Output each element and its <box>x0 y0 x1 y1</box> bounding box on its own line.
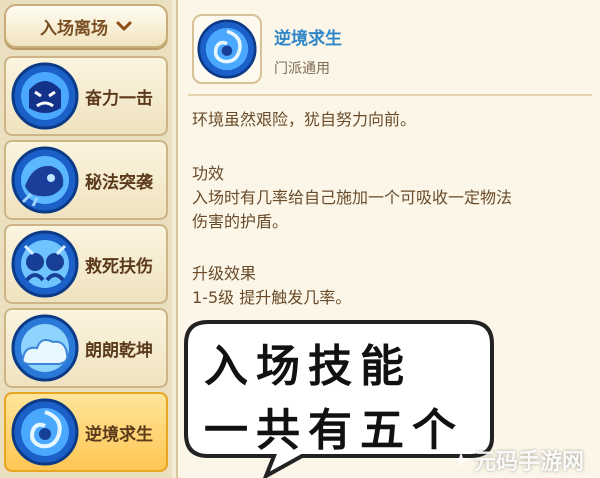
watermark-text: 元码手游网 <box>474 450 585 475</box>
twin-spirits-icon <box>11 230 79 298</box>
phase-dropdown-label: 入场离场 <box>40 18 108 39</box>
swirl-shield-icon <box>11 398 79 466</box>
divider <box>188 94 592 96</box>
skill-item-jiusi[interactable]: 救死扶伤 <box>4 224 168 304</box>
skill-name: 奋力一击 <box>85 88 153 109</box>
effect-text-line: 伤害的护盾。 <box>192 212 289 231</box>
skill-item-fenli[interactable]: 奋力一击 <box>4 56 168 136</box>
detail-icon-frame <box>192 14 262 84</box>
skill-name: 朗朗乾坤 <box>85 340 153 361</box>
cloud-icon <box>11 314 79 382</box>
upgrade-heading: 升级效果 <box>192 264 257 283</box>
skill-item-langlang[interactable]: 朗朗乾坤 <box>4 308 168 388</box>
effect-heading: 功效 <box>192 164 225 183</box>
swirl-shield-icon <box>197 19 257 79</box>
skill-item-mifa[interactable]: 秘法突袭 <box>4 140 168 220</box>
watermark: 元码手游网 <box>452 444 584 476</box>
skill-name: 救死扶伤 <box>85 256 153 277</box>
chevron-down-icon <box>116 21 132 31</box>
skill-subtitle: 门派通用 <box>274 61 330 77</box>
phase-dropdown[interactable]: 入场离场 <box>4 4 168 48</box>
speech-bubble: 入场技能 一共有五个 <box>182 318 496 478</box>
upgrade-text-line: 1-5级 提升触发几率。 <box>192 288 352 307</box>
magic-beast-icon <box>11 146 79 214</box>
bubble-text-line: 入场技能 <box>204 341 412 392</box>
skill-list-panel: 入场离场 奋力一击 秘法突袭 救死扶伤 朗朗乾坤 逆境求生 <box>0 0 172 478</box>
skill-title: 逆境求生 <box>274 29 342 49</box>
skill-name: 逆境求生 <box>85 424 153 445</box>
angry-spirit-icon <box>11 62 79 130</box>
skill-item-nijing[interactable]: 逆境求生 <box>4 392 168 472</box>
sparkle-icon <box>453 452 469 468</box>
skill-flavor-text: 环境虽然艰险，犹自努力向前。 <box>192 110 417 129</box>
effect-text-line: 入场时有几率给自己施加一个可吸收一定物法 <box>192 188 513 207</box>
bubble-text-line: 一共有五个 <box>204 405 464 456</box>
skill-name: 秘法突袭 <box>85 172 153 193</box>
